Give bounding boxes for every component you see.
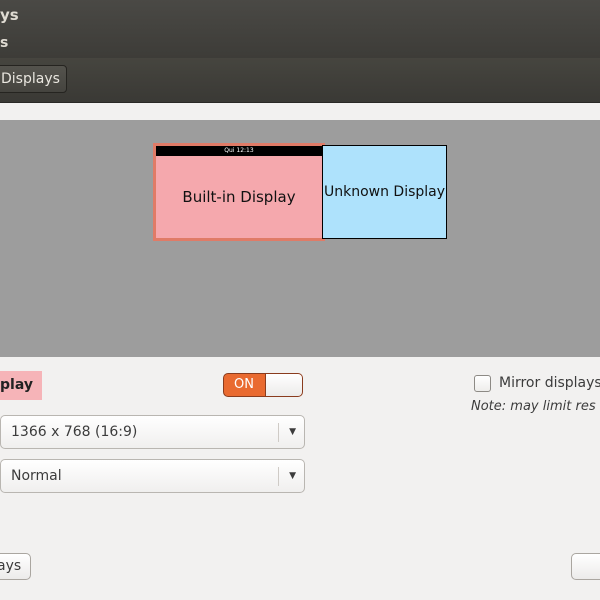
apply-button[interactable] [571, 553, 600, 580]
monitor-label: Unknown Display [323, 184, 446, 200]
breadcrumb-displays-button[interactable]: Displays [0, 65, 67, 93]
display-power-switch[interactable]: ON [223, 373, 303, 397]
resolution-value: 1366 x 768 (16:9) [11, 424, 138, 440]
switch-knob[interactable] [265, 374, 302, 396]
mirror-displays-label[interactable]: Mirror displays [499, 375, 600, 391]
monitor-top-panel: Qui 12:13 [156, 146, 322, 156]
switch-state-label: ON [234, 377, 254, 392]
panel-clock: Qui 12:13 [224, 147, 254, 154]
monitor-unknown-display[interactable]: Unknown Display [322, 145, 447, 239]
toolbar: Displays [0, 58, 600, 103]
rotation-dropdown[interactable]: Normal ▼ [0, 459, 305, 493]
mirror-displays-checkbox[interactable] [474, 375, 491, 392]
rotation-value: Normal [11, 468, 62, 484]
selected-display-name: play [0, 371, 42, 400]
monitor-label: Built-in Display [182, 188, 296, 206]
mirror-note: Note: may limit res [471, 399, 596, 414]
dropdown-separator [278, 467, 279, 486]
window-title: ys [0, 6, 19, 24]
dropdown-separator [278, 423, 279, 442]
chevron-down-icon: ▼ [289, 427, 296, 437]
window-titlebar: ys s [0, 0, 600, 58]
monitor-builtin-display[interactable]: Qui 12:13 Built-in Display [153, 143, 325, 241]
resolution-dropdown[interactable]: 1366 x 768 (16:9) ▼ [0, 415, 305, 449]
display-arrangement-area[interactable]: Qui 12:13 Built-in Display Unknown Displ… [0, 120, 600, 357]
chevron-down-icon: ▼ [289, 471, 296, 481]
detect-displays-button[interactable]: ays [0, 553, 31, 580]
window-subtitle: s [0, 35, 9, 51]
